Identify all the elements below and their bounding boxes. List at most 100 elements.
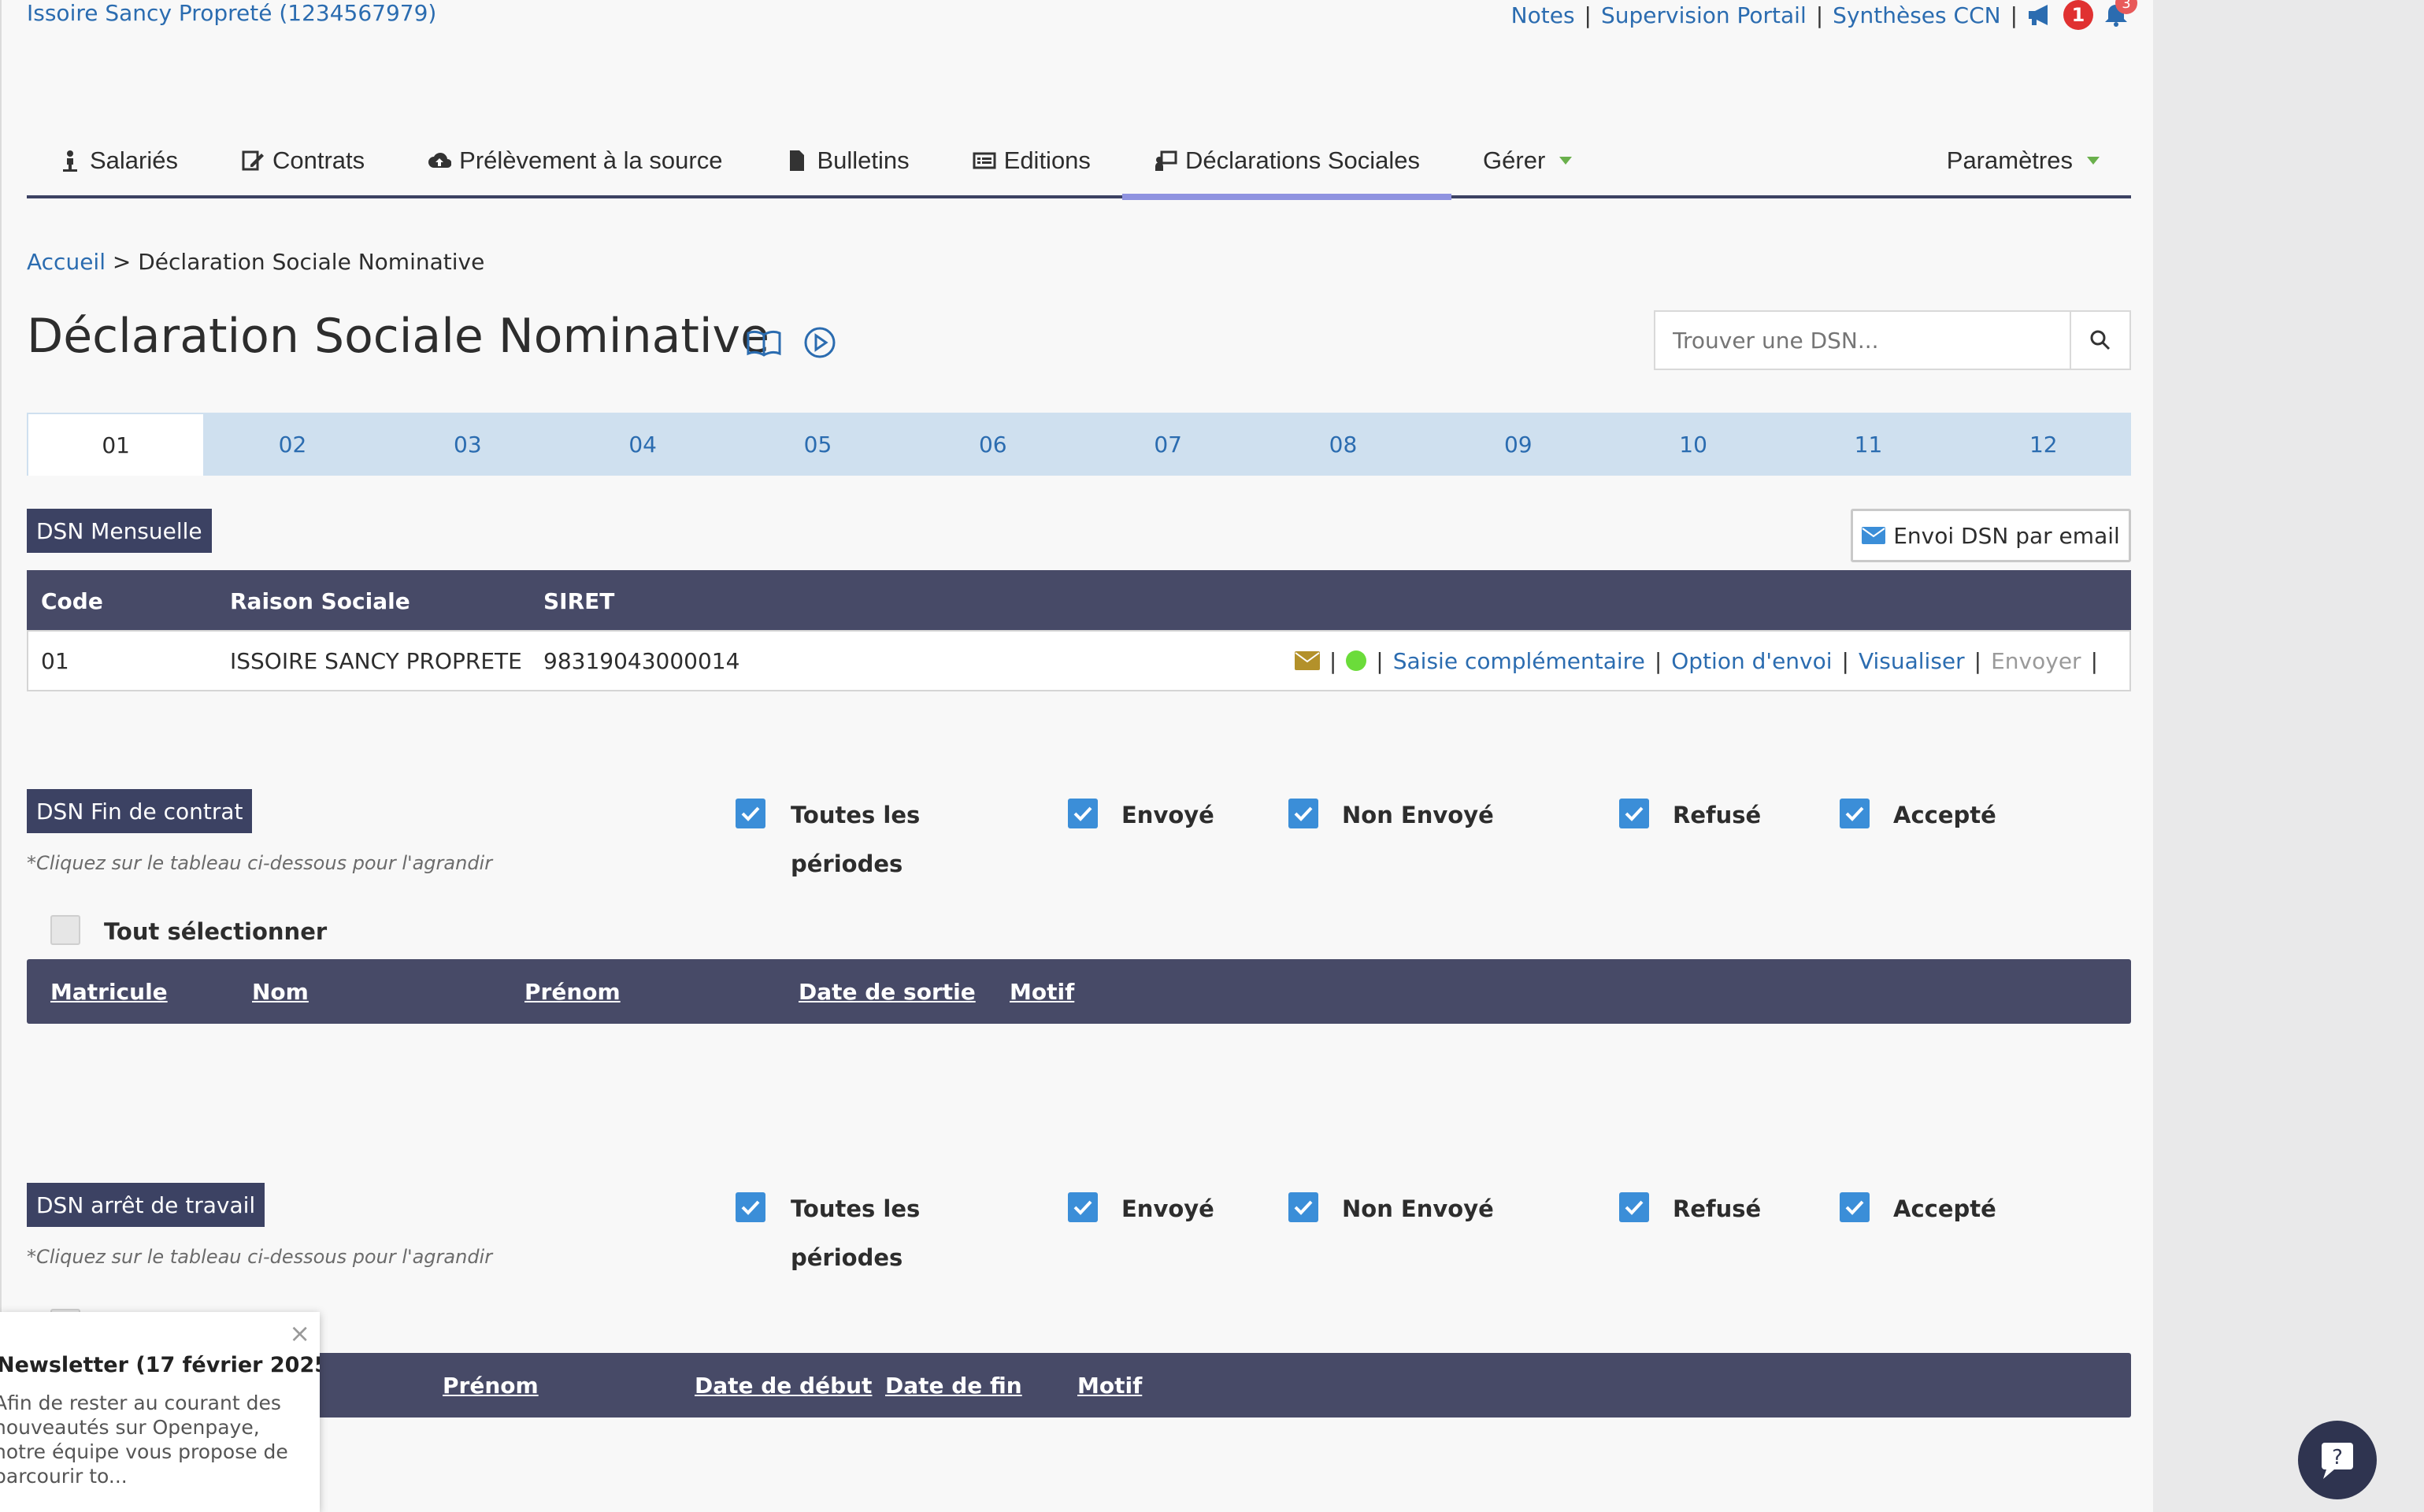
check-icon [1073,806,1092,821]
dsn-mensuelle-table-header: Code Raison Sociale SIRET [27,570,2131,632]
column-motif[interactable]: Motif [1010,979,1074,1005]
filter-label-refuse: Refusé [1673,802,1762,828]
tab-month-02[interactable]: 02 [205,413,380,476]
checkbox-refuse[interactable] [1619,799,1649,828]
row-actions: | | Saisie complémentaire | Option d'env… [1294,647,2098,674]
nav-bulletins[interactable]: Bulletins [754,124,940,197]
check-icon [1073,1200,1092,1215]
breadcrumb-home[interactable]: Accueil [27,249,106,275]
caret-down-icon [2087,157,2100,165]
filter-label-non-envoye: Non Envoyé [1342,1195,1494,1222]
tab-month-09[interactable]: 09 [1431,413,1606,476]
nav-declarations-sociales[interactable]: Déclarations Sociales [1121,124,1452,200]
tab-month-03[interactable]: 03 [380,413,555,476]
nav-editions[interactable]: Editions [941,124,1122,197]
hint-text: *Cliquez sur le tableau ci-dessous pour … [27,1246,493,1268]
search-icon [2090,330,2111,350]
select-all-checkbox[interactable] [50,915,80,945]
separator: | [1815,2,1824,28]
column-siret: SIRET [543,587,615,614]
company-link[interactable]: Issoire Sancy Propreté (1234567979) [27,0,436,26]
checkbox-toutes-periodes-arret[interactable] [736,1192,765,1222]
nav-label: Contrats [272,146,365,174]
bell-icon[interactable]: 3 [2103,0,2137,27]
nav-gerer[interactable]: Gérer [1451,124,1603,197]
person-board-icon [1155,150,1177,171]
tab-month-08[interactable]: 08 [1255,413,1430,476]
separator: | [1841,647,1849,674]
hint-text: *Cliquez sur le tableau ci-dessous pour … [27,852,493,874]
supervision-portail-link[interactable]: Supervision Portail [1601,2,1807,28]
checkbox-envoye-arret[interactable] [1068,1192,1098,1222]
envelope-icon[interactable] [1294,651,1320,670]
column-date-debut[interactable]: Date de début [695,1373,872,1399]
filter-label-toutes: Toutes les [791,1195,921,1222]
checkbox-non-envoye[interactable] [1288,799,1318,828]
dsn-search-input[interactable] [1655,312,2070,369]
tab-month-06[interactable]: 06 [906,413,1080,476]
saisie-complementaire-link[interactable]: Saisie complémentaire [1393,648,1645,674]
search-button[interactable] [2070,312,2129,369]
newsletter-popup[interactable]: × Newsletter (17 février 2025) Afin de r… [0,1312,320,1512]
tab-month-01[interactable]: 01 [27,413,206,476]
column-date-fin[interactable]: Date de fin [885,1373,1022,1399]
checkbox-refuse-arret[interactable] [1619,1192,1649,1222]
column-raison-sociale: Raison Sociale [230,587,410,614]
check-icon [1845,1200,1864,1215]
tab-month-12[interactable]: 12 [1956,413,2131,476]
nav-label: Gérer [1483,146,1546,174]
column-prenom[interactable]: Prénom [524,979,621,1005]
syntheses-ccn-link[interactable]: Synthèses CCN [1833,2,2000,28]
nav-contrats[interactable]: Contrats [209,124,396,197]
help-icon: ? [2322,1443,2353,1479]
title-icons [747,326,836,359]
visualiser-link[interactable]: Visualiser [1859,648,1965,674]
select-all-label: Tout sélectionner [104,918,328,945]
nav-salaries[interactable]: Salariés [27,124,209,197]
separator: | [1584,2,1592,28]
close-icon[interactable]: × [289,1318,310,1348]
column-matricule[interactable]: Matricule [50,979,168,1005]
notification-badge[interactable]: 1 [2063,0,2093,30]
cell-code: 01 [41,647,69,674]
book-icon[interactable] [747,328,781,357]
status-dot-icon [1346,650,1367,671]
checkbox-accepte-arret[interactable] [1840,1192,1870,1222]
nav-prelevement[interactable]: Prélèvement à la source [396,124,754,197]
column-prenom[interactable]: Prénom [443,1373,539,1399]
nav-label: Déclarations Sociales [1184,146,1421,174]
breadcrumb-separator: > [105,249,139,275]
megaphone-icon[interactable] [2027,3,2054,27]
checkbox-non-envoye-arret[interactable] [1288,1192,1318,1222]
option-envoi-link[interactable]: Option d'envoi [1671,648,1832,674]
dsn-search [1654,310,2131,370]
tab-month-11[interactable]: 11 [1781,413,1955,476]
tab-month-05[interactable]: 05 [730,413,905,476]
cell-raison-sociale: ISSOIRE SANCY PROPRETE [230,647,522,674]
caret-down-icon [1559,157,1573,165]
tab-month-07[interactable]: 07 [1080,413,1255,476]
check-icon [1294,1200,1313,1215]
checkbox-toutes-periodes[interactable] [736,799,765,828]
filter-label-envoye: Envoyé [1121,1195,1214,1222]
checkbox-envoye[interactable] [1068,799,1098,828]
envelope-icon [1862,527,1886,544]
column-date-sortie[interactable]: Date de sortie [799,979,976,1005]
column-motif[interactable]: Motif [1077,1373,1142,1399]
tab-month-04[interactable]: 04 [555,413,730,476]
breadcrumb-current: Déclaration Sociale Nominative [138,249,485,275]
notes-link[interactable]: Notes [1511,2,1575,28]
tab-month-10[interactable]: 10 [1606,413,1781,476]
check-icon [1845,806,1864,821]
checkbox-accepte[interactable] [1840,799,1870,828]
play-circle-icon[interactable] [803,326,836,359]
column-nom[interactable]: Nom [252,979,309,1005]
check-icon [1625,1200,1644,1215]
nav-label: Prélèvement à la source [459,146,723,174]
filter-label-accepte: Accepté [1893,1195,1996,1222]
help-button[interactable]: ? [2298,1421,2377,1499]
envoi-dsn-email-button[interactable]: Envoi DSN par email [1851,509,2131,562]
file-icon [790,150,805,171]
nav-parametres[interactable]: Paramètres [1915,124,2131,197]
filter-label-envoye: Envoyé [1121,802,1214,828]
